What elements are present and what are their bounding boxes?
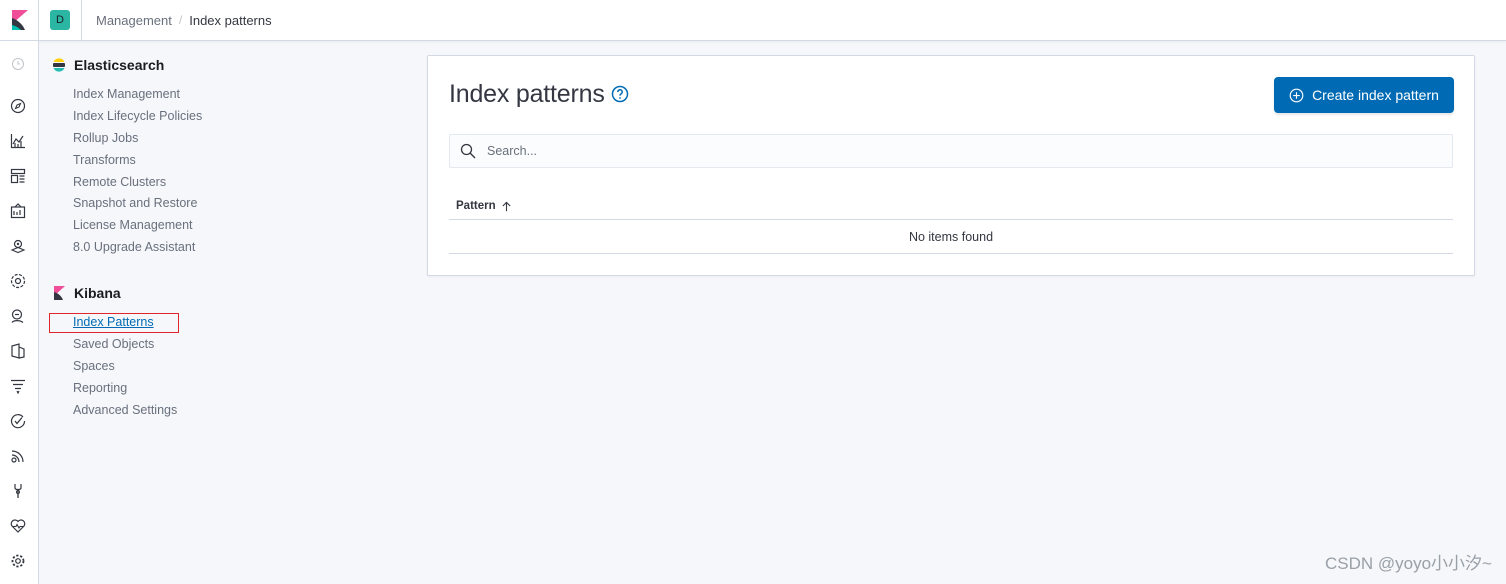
sidenav-item-saved-objects[interactable]: Saved Objects (73, 334, 382, 356)
kibana-items: Index Patterns Saved Objects Spaces Repo… (52, 312, 382, 421)
index-patterns-panel: Index patterns Create index pattern Patt… (427, 55, 1475, 276)
create-index-pattern-button[interactable]: Create index pattern (1274, 77, 1454, 113)
page-title: Index patterns (449, 80, 605, 108)
kibana-group-title: Kibana (52, 284, 382, 302)
sidenav-item-index-management[interactable]: Index Management (73, 84, 382, 106)
space-selector[interactable]: D (39, 0, 82, 40)
dev-tools-icon[interactable] (9, 482, 27, 500)
breadcrumb: Management / Index patterns (96, 13, 272, 28)
uptime-icon[interactable] (9, 412, 27, 430)
plus-in-circle-icon (1289, 88, 1304, 102)
elasticsearch-items: Index Management Index Lifecycle Policie… (52, 84, 382, 259)
machine-learning-icon[interactable] (9, 272, 27, 290)
elasticsearch-title: Elasticsearch (74, 57, 165, 73)
maps-icon[interactable] (9, 237, 27, 255)
search-icon (460, 143, 476, 159)
elasticsearch-group-title: Elasticsearch (52, 56, 382, 74)
management-icon[interactable] (9, 552, 27, 570)
kibana-title: Kibana (74, 285, 121, 302)
sidenav-item-transforms[interactable]: Transforms (73, 150, 382, 172)
sidenav-item-spaces[interactable]: Spaces (73, 356, 382, 378)
sort-ascending-icon (502, 201, 511, 211)
create-index-pattern-label: Create index pattern (1312, 87, 1439, 103)
breadcrumb-management[interactable]: Management (96, 13, 172, 28)
kibana-logo-icon (12, 10, 28, 30)
sidenav-item-advanced-settings[interactable]: Advanced Settings (73, 400, 382, 422)
discover-icon[interactable] (9, 97, 27, 115)
stack-monitoring-icon[interactable] (9, 517, 27, 535)
canvas-icon[interactable] (9, 202, 27, 220)
logs-icon[interactable] (9, 342, 27, 360)
sidenav-item-upgrade-assistant[interactable]: 8.0 Upgrade Assistant (73, 237, 382, 259)
table-empty-message: No items found (449, 220, 1453, 254)
kibana-small-logo-icon (54, 286, 65, 301)
breadcrumb-separator: / (178, 13, 183, 27)
kibana-logo[interactable] (0, 0, 39, 40)
top-header: D Management / Index patterns (0, 0, 1506, 41)
search-field (449, 134, 1453, 168)
sidenav-item-index-patterns[interactable]: Index Patterns (73, 312, 382, 334)
recently-viewed-icon[interactable] (9, 55, 27, 73)
metrics-icon[interactable] (9, 307, 27, 325)
search-input[interactable] (485, 135, 1452, 167)
breadcrumb-index-patterns: Index patterns (189, 12, 272, 28)
elasticsearch-logo-icon (53, 58, 65, 72)
help-icon[interactable] (611, 85, 629, 103)
siem-icon[interactable] (9, 447, 27, 465)
sidenav-item-remote-clusters[interactable]: Remote Clusters (73, 172, 382, 194)
column-header-pattern-label: Pattern (456, 200, 496, 212)
apm-icon[interactable] (9, 377, 27, 395)
sidenav-item-license-management[interactable]: License Management (73, 215, 382, 237)
table-header: Pattern (449, 193, 1453, 220)
nav-rail (0, 41, 39, 584)
watermark-text: CSDN @yoyo小小汐~ (1325, 554, 1492, 573)
sidenav-item-snapshot-and-restore[interactable]: Snapshot and Restore (73, 193, 382, 215)
sidenav-item-rollup-jobs[interactable]: Rollup Jobs (73, 128, 382, 150)
column-header-pattern[interactable]: Pattern (456, 200, 512, 212)
index-patterns-table: Pattern No items found (449, 193, 1453, 254)
space-avatar: D (50, 10, 70, 30)
sidenav-item-reporting[interactable]: Reporting (73, 378, 382, 400)
sidenav-item-index-lifecycle-policies[interactable]: Index Lifecycle Policies (73, 106, 382, 128)
elasticsearch-group: Elasticsearch Index Management Index Lif… (52, 56, 382, 259)
visualize-icon[interactable] (9, 132, 27, 150)
dashboard-icon[interactable] (9, 167, 27, 185)
kibana-group: Kibana Index Patterns Saved Objects Spac… (52, 284, 382, 421)
management-sidenav: Elasticsearch Index Management Index Lif… (52, 56, 382, 422)
